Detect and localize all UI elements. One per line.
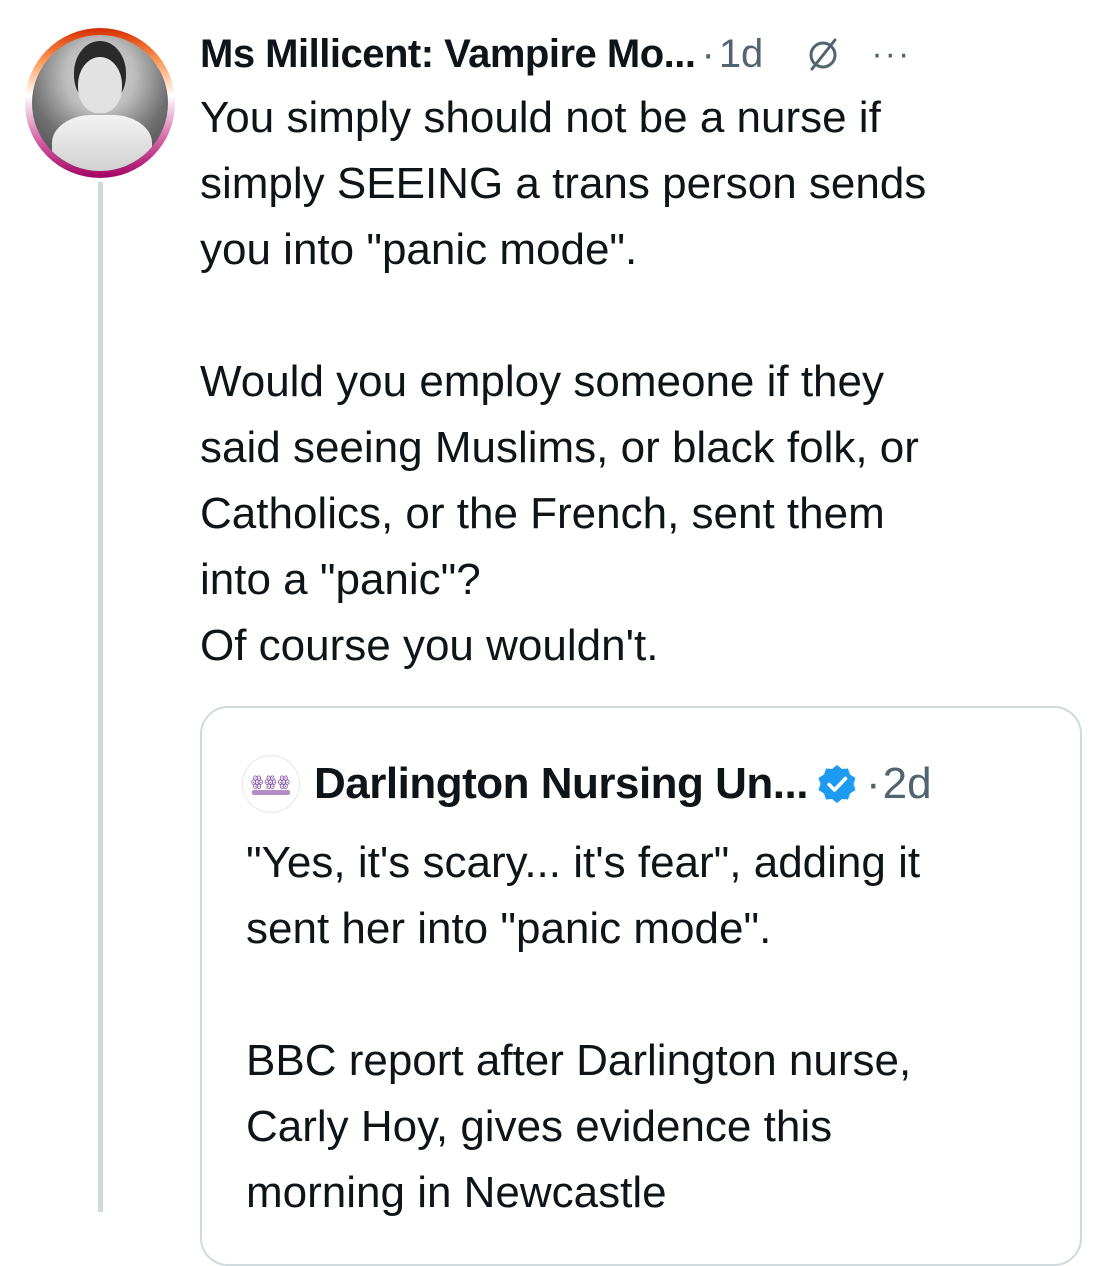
globe-slash-icon[interactable] xyxy=(803,34,843,74)
quoted-author-name[interactable]: Darlington Nursing Un... xyxy=(314,759,808,809)
thread-connector-line xyxy=(98,182,103,1212)
avatar-logo-bar xyxy=(252,789,290,795)
quoted-header-separator: · xyxy=(865,759,881,808)
author-name[interactable]: Ms Millicent: Vampire Mo... xyxy=(200,32,696,77)
avatar-portrait-body xyxy=(52,115,152,171)
tweet-header: Ms Millicent: Vampire Mo... · 1d ··· xyxy=(200,26,1100,82)
avatar-photo xyxy=(32,35,168,171)
verified-badge-icon xyxy=(818,765,856,803)
avatar-logo-figures: ꙮꙮꙮ xyxy=(251,772,291,789)
quoted-tweet-text: "Yes, it's scary... it's fear", adding i… xyxy=(246,838,921,1217)
tweet-timestamp[interactable]: 1d xyxy=(719,32,764,77)
avatar-portrait-head xyxy=(78,57,122,113)
more-horizontal-icon[interactable]: ··· xyxy=(871,37,911,71)
quoted-tweet-header: ꙮꙮꙮ Darlington Nursing Un... · 2d xyxy=(242,754,932,814)
quoted-author-avatar: ꙮꙮꙮ xyxy=(242,755,300,813)
quoted-timestamp[interactable]: 2d xyxy=(883,759,932,809)
author-avatar[interactable] xyxy=(25,28,175,178)
tweet-body-text: You simply should not be a nurse if simp… xyxy=(200,93,927,670)
quoted-tweet-card[interactable]: ꙮꙮꙮ Darlington Nursing Un... · 2d "Yes, … xyxy=(200,706,1082,1266)
header-separator: · xyxy=(701,31,715,76)
